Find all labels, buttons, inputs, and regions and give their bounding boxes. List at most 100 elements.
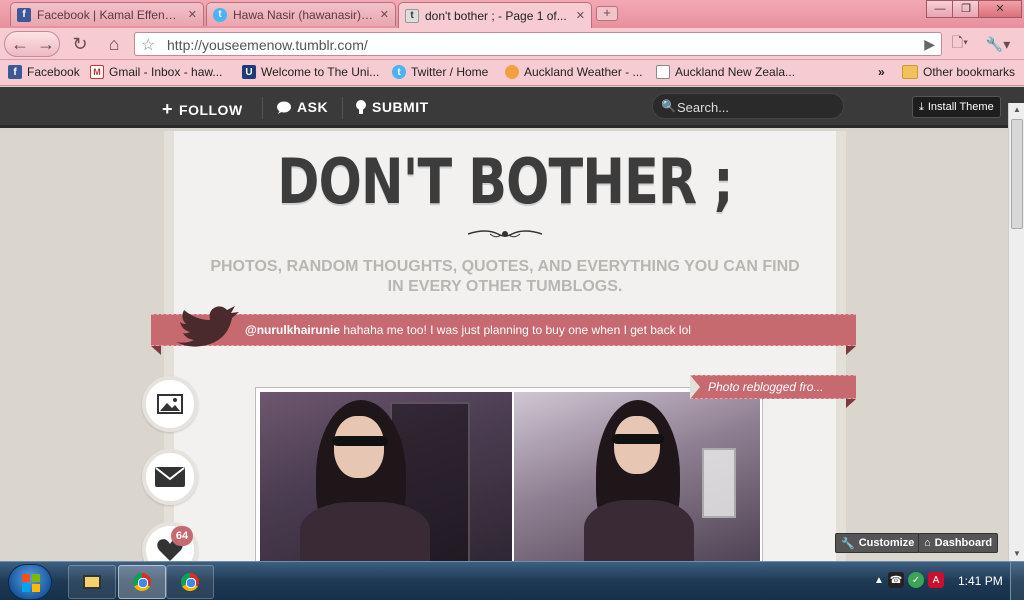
facebook-icon: f	[17, 7, 31, 22]
bookmark-university[interactable]: U Welcome to The Uni...	[242, 65, 379, 79]
tab-title: don't bother ; - Page 1 of...	[425, 8, 567, 23]
search-input[interactable]	[677, 98, 837, 116]
scroll-up-arrow-icon[interactable]: ▲	[1009, 103, 1024, 117]
customize-label: Customize	[858, 537, 915, 549]
reblog-label: Photo reblogged fro...	[708, 380, 824, 394]
ask-button[interactable]: ASK	[277, 99, 328, 115]
lightbulb-icon	[356, 99, 366, 114]
film-strip-icon	[83, 575, 101, 589]
post-photo-left[interactable]	[260, 392, 512, 563]
install-theme-label: Install Theme	[927, 101, 994, 113]
close-tab-icon[interactable]: ✕	[576, 9, 585, 22]
ask-label: ASK	[297, 99, 329, 115]
close-window-button[interactable]: ✕	[978, 0, 1022, 18]
home-button[interactable]: ⌂	[100, 31, 128, 57]
tab-tumblr[interactable]: t don't bother ; - Page 1 of... ✕	[398, 2, 592, 28]
envelope-icon	[155, 467, 185, 487]
maximize-button[interactable]: ❐	[952, 0, 980, 18]
start-button[interactable]	[8, 564, 52, 600]
speech-bubble-icon	[277, 101, 291, 114]
follow-label: FOLLOW	[179, 101, 243, 118]
nav-divider	[262, 97, 263, 119]
sunglasses	[332, 436, 388, 446]
bookmark-facebook[interactable]: f Facebook	[8, 65, 80, 79]
twitter-bird-icon	[176, 306, 239, 347]
plus-icon: +	[162, 99, 174, 119]
image-icon	[157, 394, 183, 414]
taskbar-chrome[interactable]	[166, 565, 214, 599]
new-tab-button[interactable]: +	[596, 6, 618, 21]
taskbar-clock[interactable]: 1:41 PM	[958, 574, 1003, 588]
other-bookmarks-button[interactable]: Other bookmarks	[902, 65, 1015, 79]
reload-icon: ↻	[72, 33, 88, 54]
minimize-button[interactable]: —	[926, 0, 954, 18]
figure-body	[300, 502, 430, 563]
figure-face	[334, 416, 384, 478]
weather-icon	[505, 65, 519, 79]
submit-label: SUBMIT	[372, 99, 429, 115]
post-photo-right[interactable]	[514, 392, 760, 563]
customize-button[interactable]: 🔧 Customize	[835, 533, 921, 553]
security-check-icon[interactable]: ✓	[908, 572, 924, 588]
show-desktop-button[interactable]	[1010, 562, 1024, 600]
windows-logo-icon	[22, 574, 40, 592]
go-arrow-icon[interactable]: ▶	[924, 36, 935, 53]
twitter-icon: t	[213, 7, 227, 22]
blog-tagline: PHOTOS, RANDOM THOUGHTS, QUOTES, AND EVE…	[210, 258, 800, 295]
antivirus-icon[interactable]: A	[928, 572, 944, 588]
page-icon: 🗋▾	[951, 34, 969, 50]
photo-post-frame	[255, 387, 763, 563]
bookmark-star-icon[interactable]: ☆	[141, 35, 155, 55]
forward-arrow-icon: →	[37, 33, 55, 54]
scroll-down-arrow-icon[interactable]: ▼	[1009, 547, 1024, 561]
home-icon: ⌂	[108, 33, 120, 54]
network-icon[interactable]: ☎	[888, 572, 904, 588]
taskbar-chrome-active[interactable]	[118, 565, 166, 599]
install-theme-button[interactable]: ⤓ Install Theme	[912, 96, 1001, 118]
other-bookmarks-label: Other bookmarks	[923, 65, 1016, 79]
bookmark-twitter[interactable]: t Twitter / Home	[392, 65, 488, 79]
tweet-username-link[interactable]: @nurulkhairunie	[245, 323, 340, 337]
figure-body	[584, 500, 694, 563]
follow-button[interactable]: + FOLLOW	[162, 99, 243, 120]
download-icon: ⤓	[919, 100, 924, 113]
back-button[interactable]: ←	[6, 31, 34, 57]
bookmark-auckland[interactable]: Auckland New Zeala...	[656, 65, 795, 79]
scrollbar-thumb[interactable]	[1011, 119, 1023, 229]
dashboard-button[interactable]: ⌂ Dashboard	[918, 533, 999, 553]
settings-menu-button[interactable]: 🔧▾	[984, 31, 1012, 57]
tumblr-search-box: 🔍	[652, 93, 844, 119]
tweet-body: hahaha me too! I was just planning to bu…	[340, 323, 691, 337]
ribbon-notch	[690, 375, 700, 399]
close-tab-icon[interactable]: ✕	[188, 8, 197, 21]
nav-divider	[342, 97, 343, 119]
forward-button[interactable]: →	[32, 31, 60, 57]
bookmark-label: Welcome to The Uni...	[261, 65, 380, 79]
tab-title: Facebook | Kamal Effendi...	[37, 7, 182, 22]
wrench-icon: 🔧	[841, 537, 855, 550]
tray-expand-icon[interactable]: ▲	[874, 572, 884, 588]
page-scrollbar[interactable]: ▲ ▼	[1008, 103, 1024, 561]
photo-post-type-button[interactable]	[142, 376, 198, 432]
address-url[interactable]: http://youseemenow.tumblr.com/	[167, 37, 368, 53]
submit-button[interactable]: SUBMIT	[356, 99, 429, 115]
likes-count-badge: 64	[171, 526, 193, 546]
message-button[interactable]	[142, 449, 198, 505]
system-tray: ▲ ☎ ✓ A	[874, 572, 944, 588]
reblog-ribbon[interactable]: Photo reblogged fro...	[690, 375, 856, 399]
bookmark-label: Facebook	[27, 65, 80, 79]
dashboard-label: Dashboard	[934, 537, 993, 549]
taskbar-media-app[interactable]	[68, 565, 116, 599]
page-menu-button[interactable]: 🗋▾	[946, 31, 974, 57]
bookmarks-overflow-button[interactable]: »	[878, 65, 885, 79]
address-bar[interactable]: ☆ http://youseemenow.tumblr.com/ ▶	[134, 32, 942, 56]
close-tab-icon[interactable]: ✕	[380, 8, 389, 21]
home-icon: ⌂	[924, 537, 931, 549]
bookmark-weather[interactable]: Auckland Weather - ...	[505, 65, 643, 79]
bookmark-gmail[interactable]: M Gmail - Inbox - haw...	[90, 65, 222, 79]
reload-button[interactable]: ↻	[66, 31, 94, 57]
tab-facebook[interactable]: f Facebook | Kamal Effendi... ✕	[10, 2, 204, 26]
gmail-icon: M	[90, 65, 104, 79]
page-icon	[656, 65, 670, 79]
tab-twitter[interactable]: t Hawa Nasir (hawanasir) o... ✕	[206, 2, 396, 26]
